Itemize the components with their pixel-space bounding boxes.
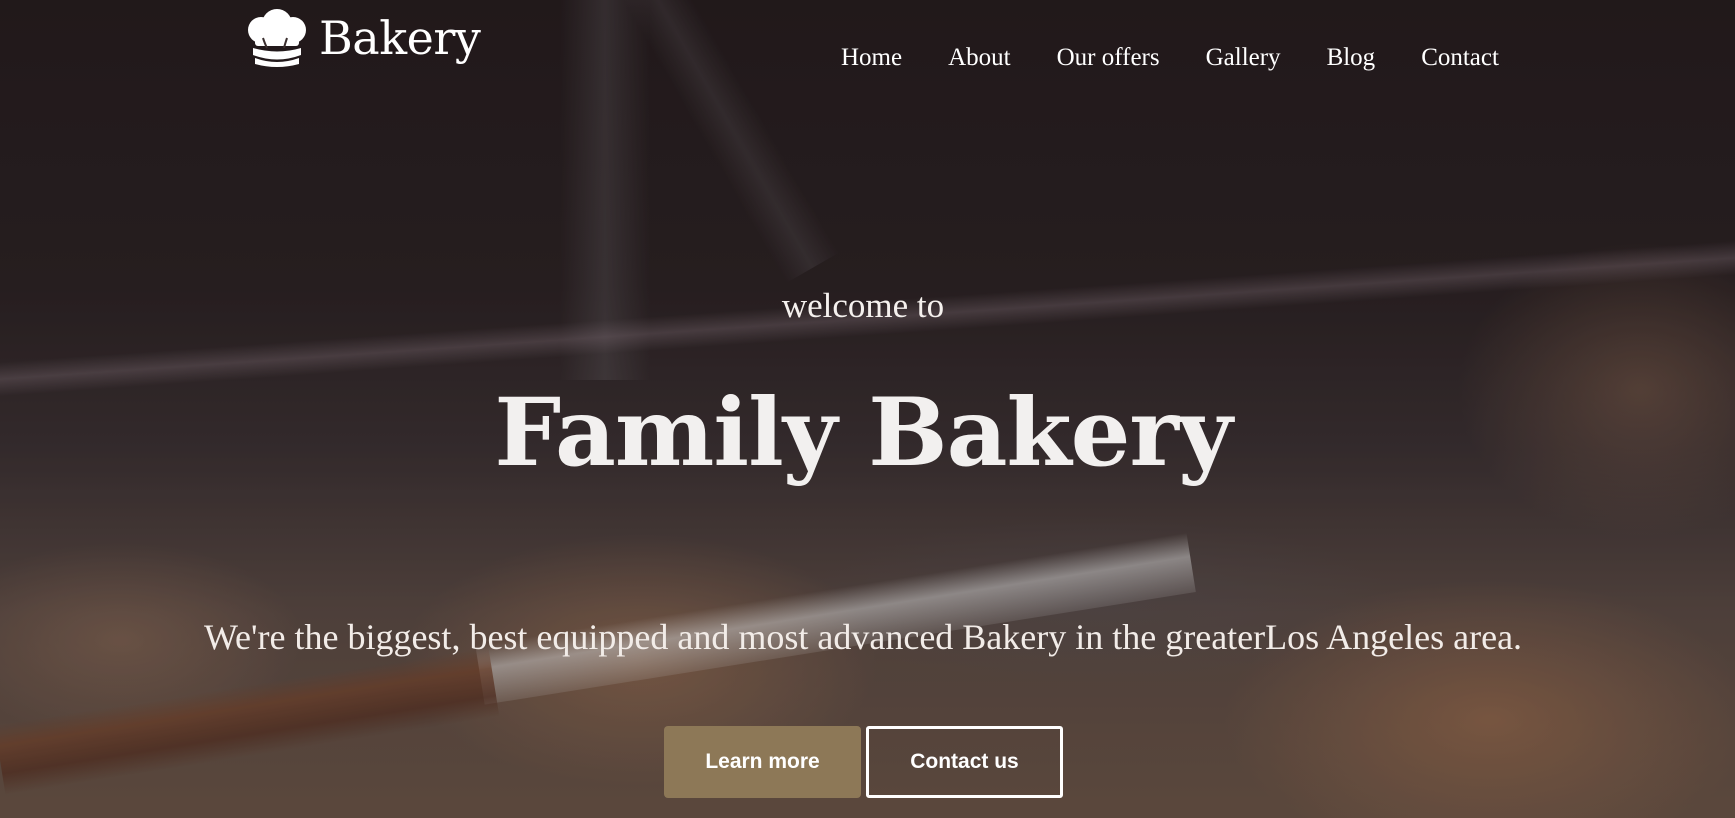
nav-item-contact[interactable]: Contact — [1421, 44, 1499, 72]
nav-item-blog[interactable]: Blog — [1327, 44, 1376, 72]
contact-us-button[interactable]: Contact us — [866, 726, 1063, 798]
hero-title: Family Bakery — [494, 378, 1232, 488]
site-logo[interactable]: Bakery — [243, 8, 481, 68]
hero-section: Bakery Home About Our offers Gallery Blo… — [0, 0, 1735, 818]
nav-item-home[interactable]: Home — [841, 44, 902, 72]
brand-name: Bakery — [319, 11, 481, 65]
nav-item-our-offers[interactable]: Our offers — [1057, 44, 1160, 72]
chef-hat-icon — [248, 9, 306, 67]
learn-more-button[interactable]: Learn more — [664, 726, 861, 798]
nav-item-about[interactable]: About — [948, 44, 1011, 72]
hero-kicker: welcome to — [781, 286, 945, 325]
main-navigation: Home About Our offers Gallery Blog Conta… — [841, 44, 1499, 72]
nav-item-gallery[interactable]: Gallery — [1206, 44, 1281, 72]
hero-tagline: We're the biggest, best equipped and mos… — [203, 617, 1523, 657]
